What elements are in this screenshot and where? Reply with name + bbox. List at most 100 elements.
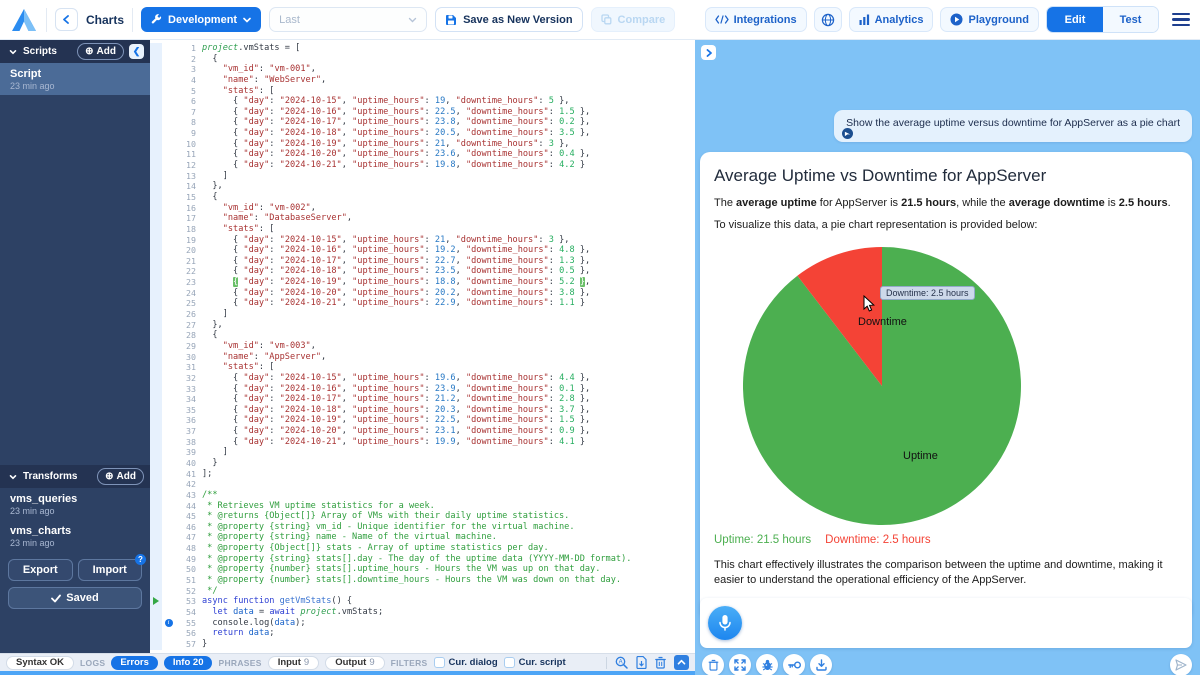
collapse-sidebar-icon[interactable]: ❮: [129, 44, 144, 59]
voice-input-box[interactable]: [700, 598, 1192, 648]
run-marker-icon[interactable]: [153, 597, 159, 605]
microphone-button[interactable]: [708, 606, 742, 640]
checkbox-icon[interactable]: [504, 657, 515, 668]
code-line[interactable]: 23 { "day": "2024-10-19", "uptime_hours"…: [150, 277, 695, 288]
code-line[interactable]: 50 * @property {number} stats[].uptime_h…: [150, 564, 695, 575]
environment-dropdown[interactable]: Development: [141, 7, 261, 32]
gutter-margin[interactable]: [150, 554, 162, 565]
input-pill[interactable]: Input9: [268, 656, 320, 670]
code-line[interactable]: 28 {: [150, 330, 695, 341]
errors-filter-pill[interactable]: Errors: [111, 656, 158, 670]
code-line[interactable]: 15 {: [150, 192, 695, 203]
gutter-margin[interactable]: [150, 394, 162, 405]
code-line[interactable]: 33 { "day": "2024-10-16", "uptime_hours"…: [150, 384, 695, 395]
code-line[interactable]: 51 * @property {number} stats[].downtime…: [150, 575, 695, 586]
code-line[interactable]: 36 { "day": "2024-10-19", "uptime_hours"…: [150, 415, 695, 426]
code-line[interactable]: 40 }: [150, 458, 695, 469]
gutter-margin[interactable]: [150, 43, 162, 54]
tab-test[interactable]: Test: [1103, 7, 1158, 32]
gutter-margin[interactable]: [150, 330, 162, 341]
code-line[interactable]: 7 { "day": "2024-10-16", "uptime_hours":…: [150, 107, 695, 118]
gutter-margin[interactable]: [150, 479, 162, 490]
analytics-button[interactable]: Analytics: [849, 7, 934, 32]
code-line[interactable]: 56 return data;: [150, 628, 695, 639]
gutter-margin[interactable]: [150, 266, 162, 277]
gutter-margin[interactable]: [150, 298, 162, 309]
code-line[interactable]: 17 "name": "DatabaseServer",: [150, 213, 695, 224]
code-line[interactable]: 48 * @property {Object[]} stats - Array …: [150, 543, 695, 554]
sidebar-item-script[interactable]: Script 23 min ago: [0, 63, 150, 95]
code-line[interactable]: 30 "name": "AppServer",: [150, 352, 695, 363]
gutter-margin[interactable]: [150, 288, 162, 299]
output-pill[interactable]: Output9: [325, 656, 384, 670]
save-as-new-version-button[interactable]: Save as New Version: [435, 7, 582, 32]
search-logs-icon[interactable]: A: [615, 656, 628, 669]
code-line[interactable]: 42: [150, 479, 695, 490]
code-line[interactable]: 44 * Retrieves VM uptime statistics for …: [150, 501, 695, 512]
gutter-margin[interactable]: [150, 96, 162, 107]
gutter-margin[interactable]: [150, 596, 162, 607]
gutter-margin[interactable]: [150, 139, 162, 150]
expand-panel-button[interactable]: [701, 45, 716, 60]
code-line[interactable]: 34 { "day": "2024-10-17", "uptime_hours"…: [150, 394, 695, 405]
code-line[interactable]: 11 { "day": "2024-10-20", "uptime_hours"…: [150, 149, 695, 160]
gutter-margin[interactable]: [150, 437, 162, 448]
gutter-margin[interactable]: [150, 469, 162, 480]
version-select[interactable]: Last: [269, 7, 427, 32]
code-line[interactable]: 47 * @property {string} name - Name of t…: [150, 532, 695, 543]
gutter-margin[interactable]: [150, 235, 162, 246]
code-line[interactable]: 10 { "day": "2024-10-19", "uptime_hours"…: [150, 139, 695, 150]
gutter-margin[interactable]: [150, 639, 162, 650]
clear-logs-trash-icon[interactable]: [655, 656, 666, 669]
chevron-down-icon[interactable]: [8, 47, 18, 57]
export-button[interactable]: Export: [8, 559, 73, 581]
integrations-button[interactable]: Integrations: [705, 7, 807, 32]
code-line[interactable]: 16 "vm_id": "vm-002",: [150, 203, 695, 214]
code-line[interactable]: 39 ]: [150, 447, 695, 458]
clear-dialog-trash-icon[interactable]: [702, 654, 724, 675]
code-line[interactable]: 13 ]: [150, 171, 695, 182]
chevron-down-icon[interactable]: [8, 472, 18, 482]
code-line[interactable]: 21 { "day": "2024-10-17", "uptime_hours"…: [150, 256, 695, 267]
gutter-margin[interactable]: [150, 564, 162, 575]
gutter-margin[interactable]: [150, 213, 162, 224]
language-globe-button[interactable]: [814, 7, 842, 32]
code-line[interactable]: 1project.vmStats = [: [150, 43, 695, 54]
gutter-margin[interactable]: [150, 415, 162, 426]
code-line[interactable]: 53async function getVmStats() {: [150, 596, 695, 607]
help-badge[interactable]: ?: [135, 554, 146, 565]
add-transform-button[interactable]: ⊕Add: [97, 468, 144, 485]
gutter-margin[interactable]: [150, 75, 162, 86]
debug-bug-icon[interactable]: [756, 654, 778, 675]
code-line[interactable]: 12 { "day": "2024-10-21", "uptime_hours"…: [150, 160, 695, 171]
gutter-margin[interactable]: [150, 522, 162, 533]
gutter-margin[interactable]: [150, 607, 162, 618]
code-line[interactable]: 24 { "day": "2024-10-20", "uptime_hours"…: [150, 288, 695, 299]
gutter-margin[interactable]: [150, 149, 162, 160]
code-line[interactable]: 54 let data = await project.vmStats;: [150, 607, 695, 618]
gutter-margin[interactable]: [150, 501, 162, 512]
gutter-margin[interactable]: [150, 117, 162, 128]
gutter-margin[interactable]: [150, 575, 162, 586]
code-line[interactable]: i55 console.log(data);: [150, 618, 695, 629]
gutter-margin[interactable]: [150, 107, 162, 118]
gutter-margin[interactable]: [150, 426, 162, 437]
gutter-margin[interactable]: [150, 192, 162, 203]
info-marker-icon[interactable]: i: [165, 619, 173, 627]
code-line[interactable]: 9 { "day": "2024-10-18", "uptime_hours":…: [150, 128, 695, 139]
code-line[interactable]: 29 "vm_id": "vm-003",: [150, 341, 695, 352]
code-line[interactable]: 49 * @property {string} stats[].day - Th…: [150, 554, 695, 565]
gutter-margin[interactable]: [150, 341, 162, 352]
code-line[interactable]: 6 { "day": "2024-10-15", "uptime_hours":…: [150, 96, 695, 107]
gutter-margin[interactable]: [150, 352, 162, 363]
gutter-margin[interactable]: [150, 309, 162, 320]
app-logo-icon[interactable]: [10, 7, 38, 33]
saved-status-button[interactable]: Saved: [8, 587, 142, 609]
gutter-margin[interactable]: [150, 277, 162, 288]
cur-dialog-checkbox[interactable]: Cur. dialog: [434, 657, 498, 668]
back-button[interactable]: [55, 8, 78, 31]
code-line[interactable]: 25 { "day": "2024-10-21", "uptime_hours"…: [150, 298, 695, 309]
fullscreen-icon[interactable]: [729, 654, 751, 675]
gutter-margin[interactable]: [150, 405, 162, 416]
code-line[interactable]: 22 { "day": "2024-10-18", "uptime_hours"…: [150, 266, 695, 277]
